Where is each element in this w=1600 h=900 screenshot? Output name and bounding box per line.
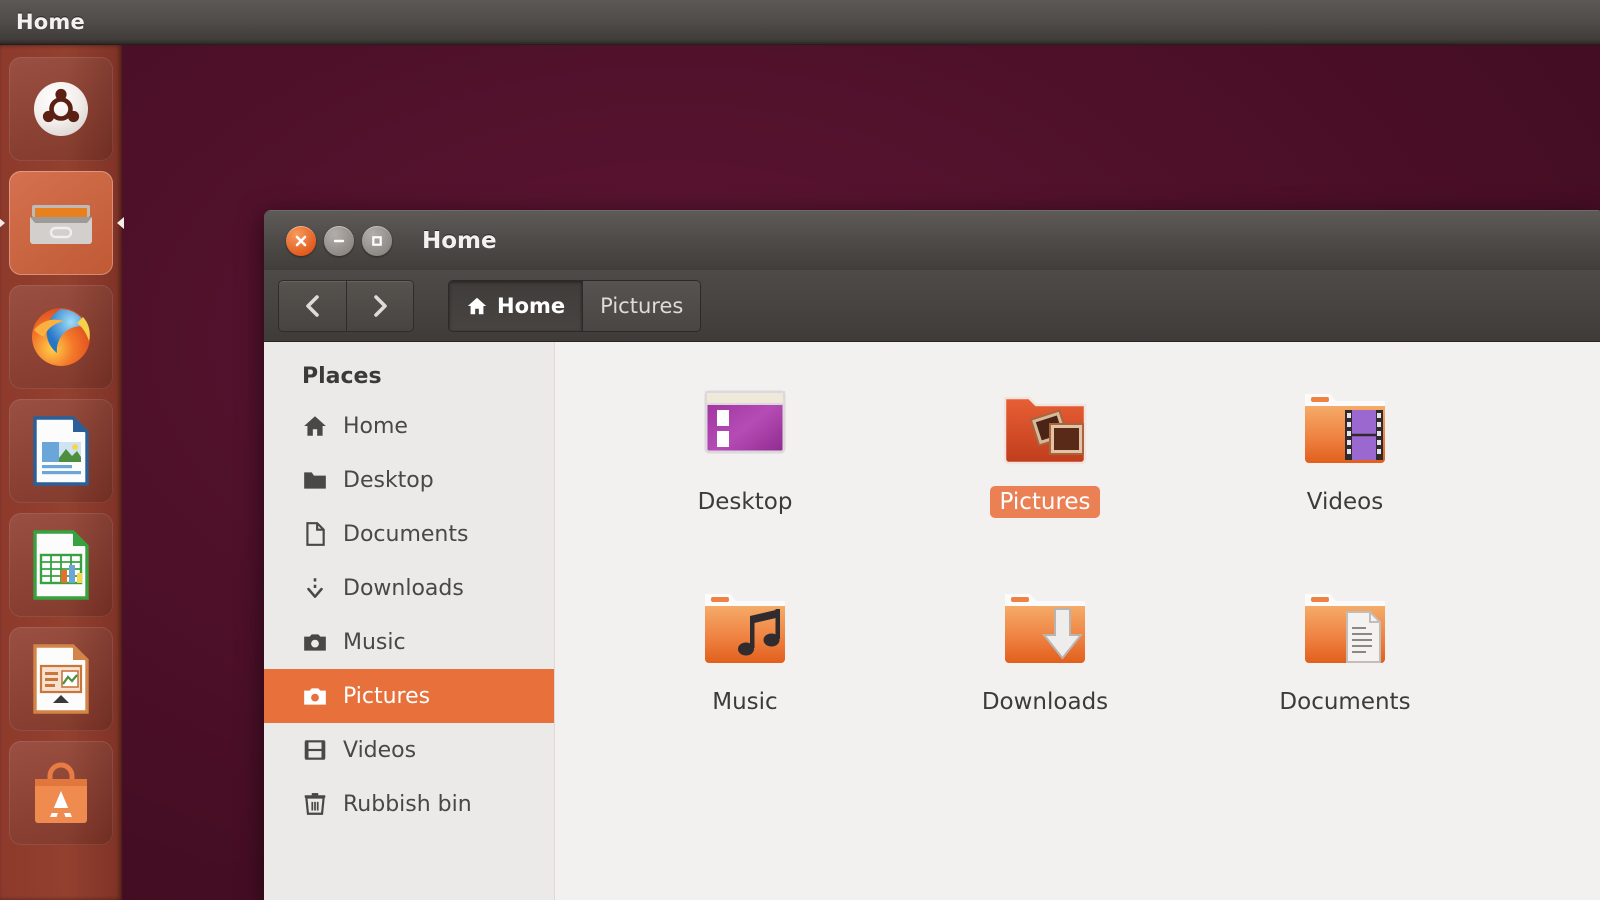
- window-title: Home: [422, 227, 497, 254]
- sidebar-item-label: Downloads: [343, 575, 464, 601]
- folder-icon: [304, 472, 326, 489]
- file-cabinet-icon: [30, 205, 92, 244]
- sidebar-item-label: Documents: [343, 521, 469, 547]
- ubuntu-logo-icon: [34, 82, 88, 136]
- file-item-label: Music: [712, 689, 778, 715]
- file-item-label: Downloads: [981, 689, 1109, 715]
- launcher-item-libreoffice-impress[interactable]: [9, 627, 113, 731]
- file-manager-window: Home Home Pictures Places Home Desktop D…: [264, 210, 1600, 900]
- sidebar-item-label: Music: [343, 629, 406, 655]
- desktop-window-icon: [704, 390, 786, 454]
- sidebar-item-label: Home: [343, 413, 408, 439]
- file-item-pictures[interactable]: Pictures: [930, 366, 1160, 566]
- film-icon: [304, 740, 326, 760]
- back-icon[interactable]: [279, 281, 346, 331]
- sidebar-item-videos[interactable]: Videos: [264, 723, 554, 777]
- launcher-focused-pip-right: [117, 217, 124, 229]
- file-item-documents[interactable]: Documents: [1230, 566, 1460, 766]
- launcher-item-ubuntu-dash[interactable]: [9, 57, 113, 161]
- sidebar-item-label: Pictures: [343, 683, 431, 709]
- places-header: Places: [302, 364, 382, 389]
- home-icon: [304, 416, 326, 436]
- camera-icon: [304, 688, 326, 705]
- launcher-item-libreoffice-calc[interactable]: [9, 513, 113, 617]
- document-icon: [306, 522, 325, 546]
- videos-folder-icon: [1305, 394, 1385, 463]
- trash-icon: [304, 793, 326, 815]
- launcher-item-software-center[interactable]: [9, 741, 113, 845]
- sidebar-item-documents[interactable]: Documents: [264, 507, 554, 561]
- home-icon: [467, 297, 487, 314]
- download-icon: [307, 578, 323, 598]
- software-center-bag-icon: [35, 762, 87, 823]
- window-titlebar[interactable]: Home: [264, 210, 1600, 270]
- sidebar-item-pictures[interactable]: Pictures: [264, 669, 554, 723]
- sidebar-item-label: Videos: [343, 737, 417, 763]
- file-icon-view: Desktop Pictures Videos Music Downloads …: [555, 342, 1600, 900]
- launcher-item-firefox[interactable]: [9, 285, 113, 389]
- libreoffice-impress-icon: [33, 644, 89, 714]
- pictures-folder-icon: [1003, 396, 1087, 465]
- libreoffice-writer-icon: [33, 416, 89, 486]
- file-item-label: Desktop: [697, 489, 793, 515]
- launcher-item-libreoffice-writer[interactable]: [9, 399, 113, 503]
- libreoffice-calc-icon: [33, 530, 89, 600]
- documents-folder-icon: [1305, 594, 1385, 663]
- unity-launcher: [0, 45, 124, 900]
- sidebar-item-desktop[interactable]: Desktop: [264, 453, 554, 507]
- file-item-desktop[interactable]: Desktop: [630, 366, 860, 566]
- sidebar-item-home[interactable]: Home: [264, 399, 554, 453]
- maximize-icon[interactable]: [362, 225, 392, 256]
- sidebar-item-rubbish-bin[interactable]: Rubbish bin: [264, 777, 554, 831]
- sidebar-item-label: Rubbish bin: [343, 791, 472, 817]
- breadcrumb-home-label: Home: [497, 293, 566, 318]
- breadcrumb-pictures-label: Pictures: [600, 293, 684, 318]
- breadcrumb: Home Pictures: [448, 279, 702, 332]
- close-icon[interactable]: [286, 225, 316, 256]
- launcher-item-files[interactable]: [0, 171, 124, 275]
- file-item-label: Videos: [1306, 489, 1384, 515]
- file-item-music[interactable]: Music: [630, 566, 860, 766]
- music-folder-icon: [705, 594, 785, 663]
- downloads-folder-icon: [1005, 594, 1085, 663]
- sidebar-item-label: Desktop: [343, 467, 434, 493]
- camera-icon: [304, 634, 326, 651]
- firefox-icon: [32, 308, 90, 366]
- forward-icon[interactable]: [346, 280, 413, 331]
- navigation-button-group: [278, 279, 414, 332]
- breadcrumb-home[interactable]: Home: [449, 280, 583, 331]
- file-item-label: Documents: [1279, 689, 1411, 715]
- minimize-icon[interactable]: [324, 225, 354, 256]
- breadcrumb-pictures[interactable]: Pictures: [582, 280, 701, 331]
- window-toolbar: Home Pictures: [264, 270, 1600, 342]
- panel-window-title: Home: [16, 10, 85, 34]
- sidebar-item-downloads[interactable]: Downloads: [264, 561, 554, 615]
- launcher-running-pip-left: [0, 217, 5, 229]
- window-body: Places Home Desktop Documents Downloads …: [264, 342, 1600, 900]
- file-item-downloads[interactable]: Downloads: [930, 566, 1160, 766]
- top-panel: Home: [0, 0, 1600, 45]
- file-item-videos[interactable]: Videos: [1230, 366, 1460, 566]
- file-item-label: Pictures: [990, 486, 1100, 518]
- sidebar-item-music[interactable]: Music: [264, 615, 554, 669]
- places-sidebar: Places Home Desktop Documents Downloads …: [264, 342, 555, 900]
